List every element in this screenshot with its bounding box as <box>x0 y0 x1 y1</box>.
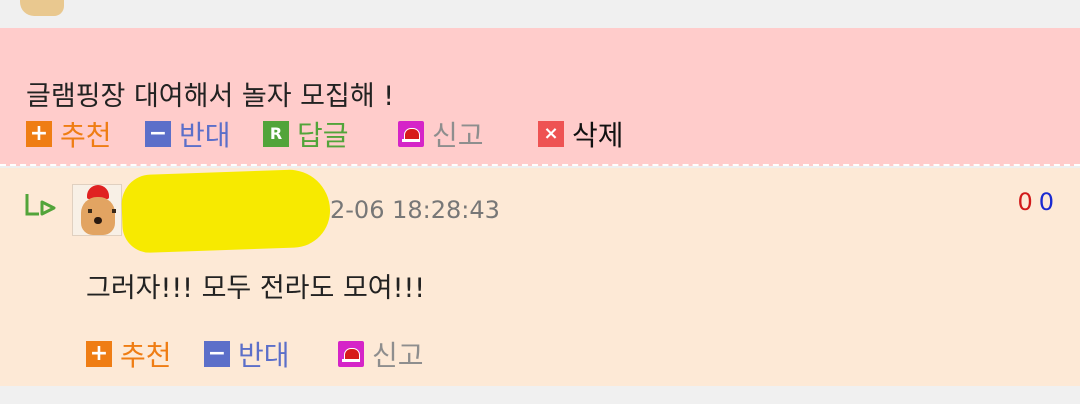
comment-timestamp: 2-06 18:28:43 <box>330 196 500 224</box>
plus-icon: + <box>86 341 112 367</box>
report-label: 신고 <box>372 339 424 372</box>
dog-face-icon <box>81 197 116 235</box>
siren-icon <box>338 341 364 367</box>
reply-arrow-icon <box>25 194 56 216</box>
recommend-button[interactable]: + 추천 <box>26 114 112 154</box>
reply-icon: R <box>263 121 289 147</box>
previous-comment-strip <box>0 0 1080 28</box>
oppose-label: 반대 <box>179 119 231 152</box>
own-comment-text: 글램핑장 대여해서 놀자 모집해 ! <box>26 81 395 112</box>
avatar[interactable] <box>72 184 122 236</box>
reply-report-button[interactable]: 신고 <box>338 334 424 374</box>
minus-icon: − <box>204 341 230 367</box>
votes-up-count: 0 <box>1017 188 1033 216</box>
redacted-username <box>120 168 332 254</box>
close-icon: × <box>538 121 564 147</box>
reply-oppose-button[interactable]: − 반대 <box>204 334 290 374</box>
vote-counts: 00 <box>1017 188 1054 216</box>
report-button[interactable]: 신고 <box>398 114 484 154</box>
votes-down-count: 0 <box>1038 188 1054 216</box>
reply-recommend-button[interactable]: + 추천 <box>86 334 172 374</box>
delete-button[interactable]: × 삭제 <box>538 114 624 154</box>
recommend-label: 추천 <box>120 339 172 372</box>
reply-button[interactable]: R 답글 <box>263 114 349 154</box>
report-label: 신고 <box>432 119 484 152</box>
plus-icon: + <box>26 121 52 147</box>
recommend-label: 추천 <box>60 119 112 152</box>
previous-avatar <box>20 0 64 16</box>
next-comment-strip <box>0 386 1080 404</box>
minus-icon: − <box>145 121 171 147</box>
oppose-button[interactable]: − 반대 <box>145 114 231 154</box>
reply-comment: 2-06 18:28:43 00 그러자!!! 모두 전라도 모여!!! + 추… <box>0 168 1080 386</box>
own-comment: 글램핑장 대여해서 놀자 모집해 ! + 추천 − 반대 R 답글 신고 × 삭… <box>0 28 1080 166</box>
oppose-label: 반대 <box>238 339 290 372</box>
delete-label: 삭제 <box>572 119 624 152</box>
reply-comment-text: 그러자!!! 모두 전라도 모여!!! <box>86 273 426 304</box>
reply-label: 답글 <box>297 119 349 152</box>
siren-icon <box>398 121 424 147</box>
